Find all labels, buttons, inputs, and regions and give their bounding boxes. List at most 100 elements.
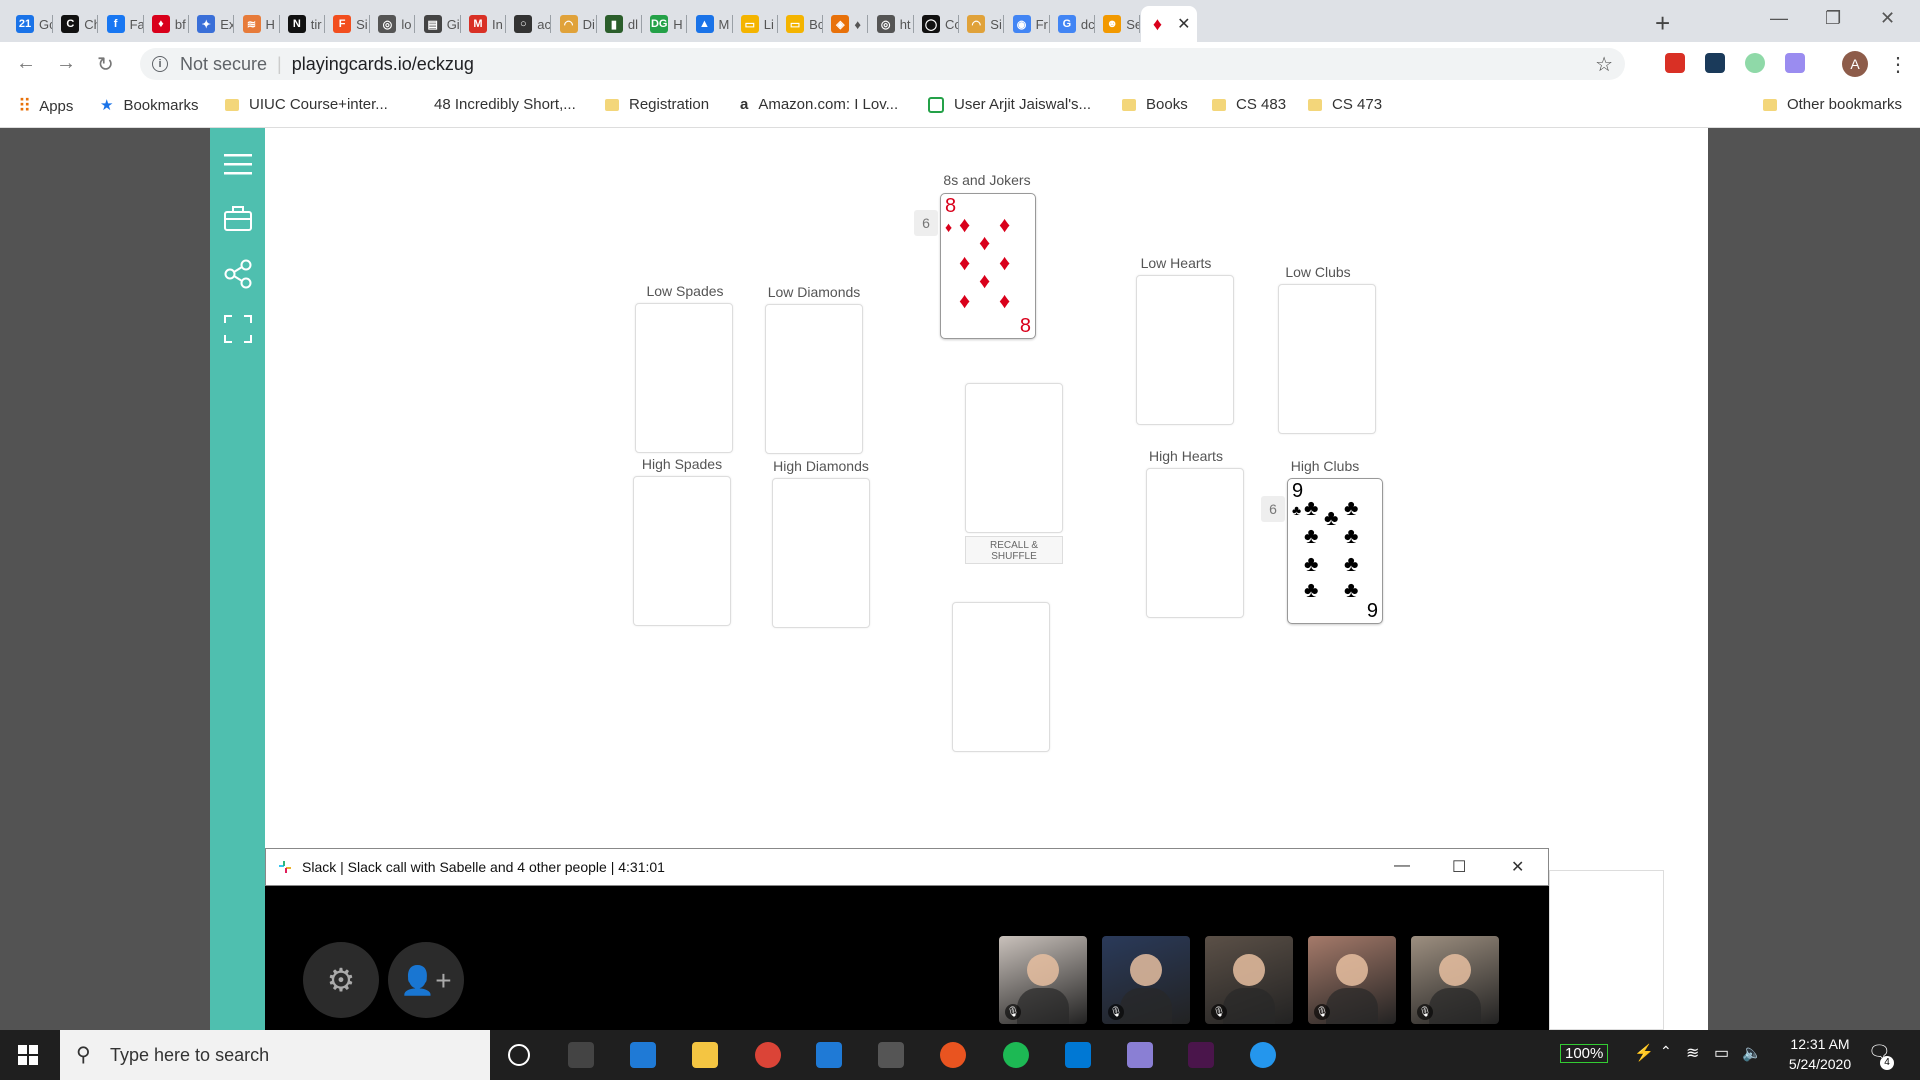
playing-card-8-diamonds[interactable]: 8 ♦ ♦ ♦ ♦ ♦ ♦ ♦ ♦ ♦ 8 <box>940 193 1036 339</box>
browser-tab[interactable]: ◎ ht <box>869 6 914 42</box>
profile-avatar[interactable]: A <box>1842 51 1868 77</box>
windows-start-icon[interactable] <box>18 1045 38 1065</box>
close-window-button[interactable]: ✕ <box>1880 8 1895 29</box>
wifi-icon[interactable]: ≋ <box>1686 1043 1699 1063</box>
bookmark-star-icon[interactable]: ☆ <box>1595 52 1613 77</box>
browser-tab[interactable]: ▲ M <box>688 6 733 42</box>
pile-low-hearts[interactable] <box>1136 275 1234 425</box>
browser-tab[interactable]: 21 Gc <box>8 6 53 42</box>
address-bar[interactable]: i Not secure | playingcards.io/eckzug ☆ <box>140 48 1625 80</box>
back-icon[interactable]: ← <box>16 52 36 75</box>
share-icon[interactable] <box>222 258 254 290</box>
bookmark-item[interactable]: User Arjit Jaiswal's... <box>928 96 1091 113</box>
browser-tab[interactable]: ◯ Cc <box>914 6 959 42</box>
browser-tab[interactable]: ▮ dl <box>597 6 642 42</box>
bookmark-item[interactable]: 48 Incredibly Short,... <box>434 96 576 113</box>
battery-percent[interactable]: 100% <box>1560 1044 1609 1063</box>
pile-low-diamonds[interactable] <box>765 304 863 454</box>
mail-icon[interactable] <box>816 1042 842 1068</box>
browser-tab[interactable]: DG H <box>642 6 688 42</box>
browser-tab[interactable]: F Si <box>325 6 371 42</box>
react-devtools-icon[interactable] <box>1705 53 1725 73</box>
bookmark-item[interactable]: CS 473 <box>1308 96 1382 113</box>
other-bookmarks[interactable]: Other bookmarks <box>1762 96 1902 113</box>
docker-icon[interactable] <box>1250 1042 1276 1068</box>
menu-icon[interactable] <box>222 148 254 180</box>
add-person-button[interactable]: 👤+ <box>388 942 464 1018</box>
pile-high-spades[interactable] <box>633 476 731 626</box>
bookmark-item[interactable]: ★ Bookmarks <box>100 96 198 115</box>
minimize-icon[interactable]: — <box>1394 857 1410 875</box>
file-explorer-icon[interactable] <box>692 1042 718 1068</box>
restore-window-button[interactable]: ❐ <box>1825 8 1841 29</box>
vscode-icon[interactable] <box>1065 1042 1091 1068</box>
browser-tab[interactable]: ◠ Di <box>552 6 597 42</box>
chrome-icon[interactable] <box>755 1042 781 1068</box>
participant-video[interactable]: 🎙 <box>1102 936 1190 1024</box>
clock[interactable]: 12:31 AM 5/24/2020 <box>1770 1036 1870 1072</box>
bookmark-item[interactable]: Books <box>1122 96 1188 113</box>
battery-icon[interactable]: ▭ <box>1714 1043 1729 1063</box>
participant-video[interactable]: 🎙 <box>1205 936 1293 1024</box>
browser-tab[interactable]: Ntir <box>280 6 325 42</box>
pile-low-clubs[interactable] <box>1278 284 1376 434</box>
extension-icon[interactable] <box>1745 53 1765 73</box>
cortana-icon[interactable] <box>508 1044 530 1066</box>
extension-icon[interactable] <box>1665 53 1685 73</box>
browser-tab[interactable]: ▤ Gi <box>416 6 461 42</box>
spotify-icon[interactable] <box>1003 1042 1029 1068</box>
pile-low-spades[interactable] <box>635 303 733 453</box>
participant-video[interactable]: 🎙 <box>999 936 1087 1024</box>
discard-pile[interactable] <box>952 602 1050 752</box>
browser-tab[interactable]: ◠ Si <box>959 6 1005 42</box>
slack-icon[interactable] <box>1188 1042 1214 1068</box>
bookmark-item[interactable]: ⠿ Apps <box>18 96 73 117</box>
participant-video[interactable]: 🎙 <box>1308 936 1396 1024</box>
task-view-icon[interactable] <box>568 1042 594 1068</box>
app-icon[interactable] <box>1127 1042 1153 1068</box>
browser-tab[interactable]: f Fa <box>99 6 144 42</box>
playing-card-9-clubs[interactable]: 9 ♣ ♣ ♣ ♣ ♣ ♣ ♣ ♣ ♣ ♣ 9 <box>1287 478 1383 624</box>
volume-icon[interactable]: 🔈 <box>1742 1043 1762 1063</box>
chevron-up-icon[interactable]: ⌃ <box>1660 1043 1672 1060</box>
browser-tab[interactable]: ○ ac <box>506 6 552 42</box>
close-icon[interactable]: ✕ <box>1511 857 1524 877</box>
taskbar-search[interactable]: ⚲ Type here to search <box>60 1030 490 1080</box>
browser-tab[interactable]: ✦ Ex <box>189 6 235 42</box>
forward-icon[interactable]: → <box>56 52 76 75</box>
ubuntu-icon[interactable] <box>940 1042 966 1068</box>
info-icon[interactable]: i <box>152 56 168 72</box>
draw-pile[interactable] <box>965 383 1063 533</box>
bookmark-item[interactable]: a Amazon.com: I Lov... <box>740 96 898 113</box>
recall-shuffle-button[interactable]: RECALL & SHUFFLE <box>965 536 1063 564</box>
browser-tab[interactable]: ♦ bf <box>144 6 189 42</box>
browser-tab[interactable]: Gdc <box>1050 6 1095 42</box>
bookmark-item[interactable]: Registration <box>605 96 709 113</box>
reload-icon[interactable]: ↻ <box>97 52 114 77</box>
pile-high-diamonds[interactable] <box>772 478 870 628</box>
browser-tab[interactable]: ≋ H <box>235 6 280 42</box>
close-tab-icon[interactable]: ✕ <box>1177 14 1190 34</box>
browser-tab[interactable]: ☻ Se <box>1095 6 1141 42</box>
browser-tab[interactable]: M In <box>461 6 506 42</box>
store-icon[interactable] <box>878 1042 904 1068</box>
edge-icon[interactable] <box>630 1042 656 1068</box>
new-tab-button[interactable]: + <box>1655 8 1670 39</box>
browser-tab[interactable]: ◈ ♦ <box>823 6 869 42</box>
browser-menu-icon[interactable]: ⋮ <box>1888 52 1908 77</box>
browser-tab[interactable]: ◉ Fr <box>1005 6 1050 42</box>
call-settings-button[interactable]: ⚙ <box>303 942 379 1018</box>
extension-icon[interactable] <box>1785 53 1805 73</box>
briefcase-icon[interactable] <box>222 203 254 235</box>
minimize-window-button[interactable]: — <box>1770 8 1788 29</box>
browser-tab-active[interactable]: ♦ ✕ <box>1140 6 1197 42</box>
maximize-icon[interactable]: ☐ <box>1452 857 1466 877</box>
browser-tab[interactable]: ▭ Bc <box>778 6 824 42</box>
browser-tab[interactable]: C Ch <box>53 6 99 42</box>
bookmark-item[interactable]: UIUC Course+inter... <box>225 96 388 113</box>
browser-tab[interactable]: ◎ lo <box>370 6 416 42</box>
bookmark-item[interactable]: CS 483 <box>1212 96 1286 113</box>
pile-high-hearts[interactable] <box>1146 468 1244 618</box>
browser-tab[interactable]: ▭ Li <box>733 6 778 42</box>
fullscreen-icon[interactable] <box>222 313 254 345</box>
